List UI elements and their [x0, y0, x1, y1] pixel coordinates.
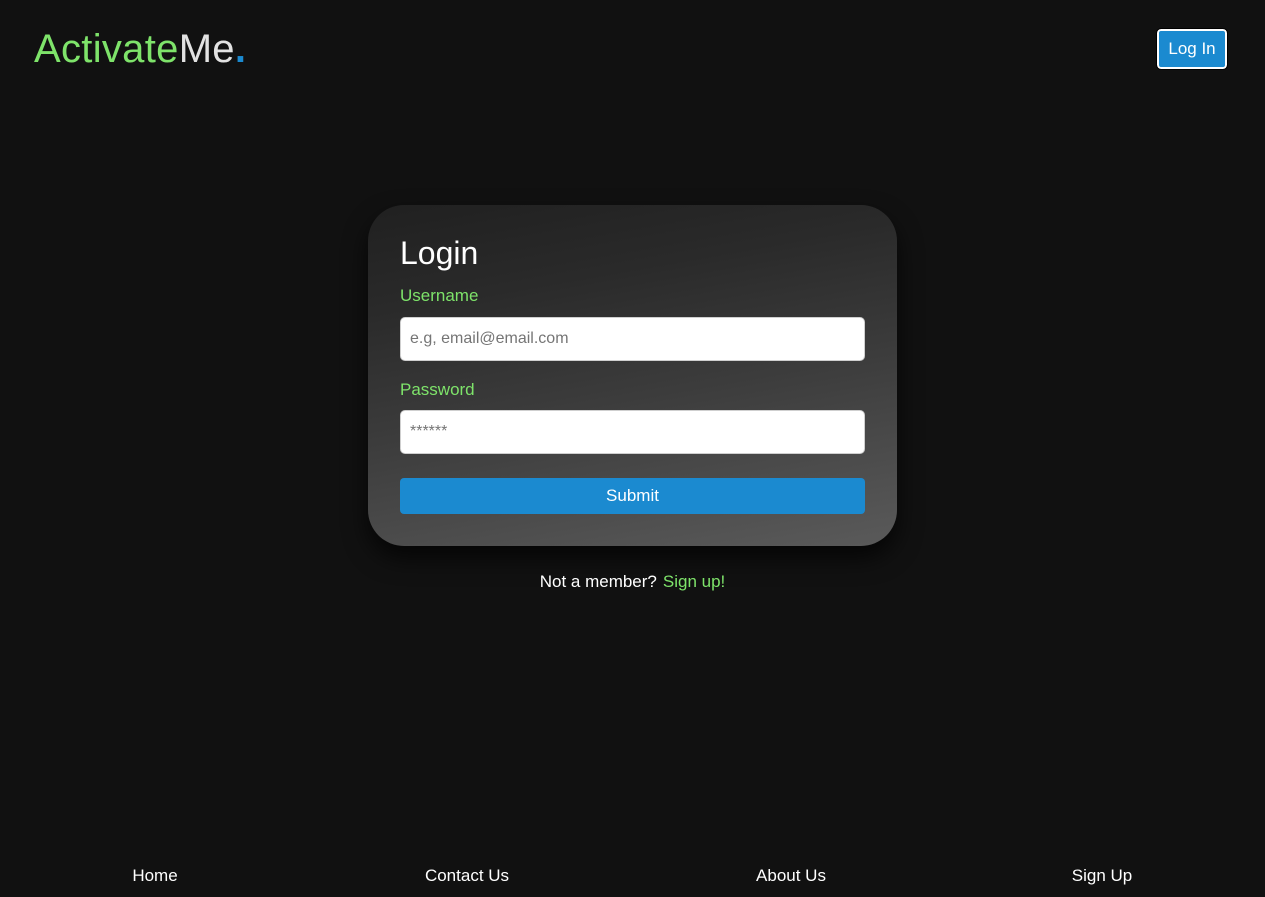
- username-input[interactable]: [400, 317, 865, 361]
- footer-link-signup[interactable]: Sign Up: [1072, 866, 1132, 886]
- footer-nav: Home Contact Us About Us Sign Up: [0, 866, 1265, 890]
- footer-link-home[interactable]: Home: [132, 866, 177, 886]
- footer-link-contact[interactable]: Contact Us: [425, 866, 509, 886]
- login-card: Login Username Password Submit: [368, 205, 897, 546]
- header-login-button[interactable]: Log In: [1156, 28, 1228, 70]
- submit-button[interactable]: Submit: [400, 478, 865, 514]
- brand-dot: .: [234, 27, 247, 71]
- site-header: ActivateMe. Log In: [0, 0, 1265, 100]
- brand-part-activate: Activate: [34, 27, 179, 71]
- login-title: Login: [400, 235, 479, 271]
- signup-link[interactable]: Sign up!: [663, 572, 725, 591]
- signup-question: Not a member?: [539, 572, 657, 591]
- footer-link-about[interactable]: About Us: [756, 866, 826, 886]
- brand-part-me: Me: [178, 27, 235, 71]
- password-label: Password: [400, 380, 475, 399]
- brand-logo[interactable]: ActivateMe.: [34, 26, 246, 72]
- password-input[interactable]: [400, 410, 865, 454]
- username-label: Username: [400, 286, 479, 305]
- signup-prompt: Not a member? Sign up!: [0, 572, 1265, 592]
